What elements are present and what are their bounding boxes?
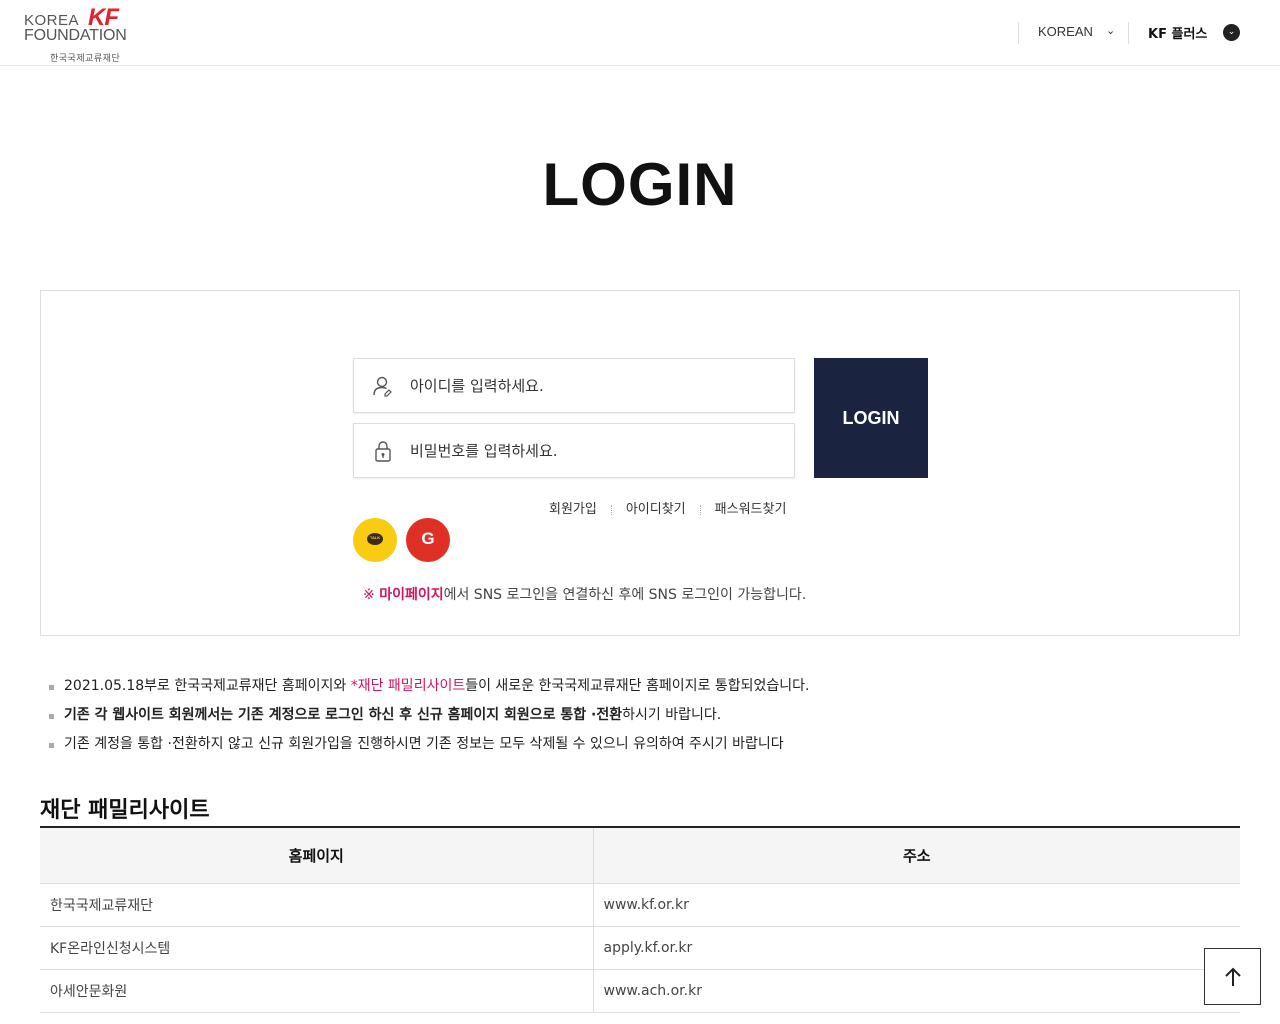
find-password-link[interactable]: 패스워드찾기 <box>715 502 787 517</box>
site-name: 아세안문화원 <box>40 969 594 1013</box>
login-button[interactable]: LOGIN <box>814 358 928 478</box>
family-sites-title-text: 재단 패밀리사이트 <box>40 798 210 823</box>
password-input[interactable] <box>410 436 780 466</box>
site-url[interactable]: apply.kf.or.kr <box>593 926 1240 970</box>
chevron-down-icon[interactable]: ⌄ <box>1106 24 1115 37</box>
language-select[interactable]: KOREAN <box>1038 24 1093 39</box>
family-site-link[interactable]: *재단 패밀리사이트 <box>351 678 466 694</box>
integration-notice-list: 2021.05.18부로 한국국제교류재단 홈페이지와 *재단 패밀리사이트들이… <box>48 676 809 763</box>
table-row: 한국국제교류재단 www.kf.or.kr <box>40 883 1240 927</box>
google-icon: G <box>421 529 435 548</box>
logo-kf-mark: KF <box>88 4 119 31</box>
logo-text-korean: 한국국제교류재단 <box>50 54 121 64</box>
notice-text: 들이 새로운 한국국제교류재단 홈페이지로 통합되었습니다. <box>465 678 810 694</box>
signup-link[interactable]: 회원가입 <box>549 502 597 517</box>
back-to-top-button[interactable] <box>1204 948 1261 1005</box>
arrow-up-icon <box>1225 967 1241 986</box>
link-divider <box>699 504 701 515</box>
table-row: KF온라인신청시스템 apply.kf.or.kr <box>40 926 1240 970</box>
table-header-row: 홈페이지 주소 <box>40 827 1240 884</box>
account-links: 회원가입 아이디찾기 패스워드찾기 <box>549 498 786 517</box>
lock-icon <box>375 441 391 462</box>
notice-text: 기존 계정을 통합 ·전환하지 않고 신규 회원가입을 진행하시면 기존 정보는… <box>64 736 784 752</box>
table-row: 아세안문화원 www.ach.or.kr <box>40 969 1240 1013</box>
notice-text: 에서 SNS 로그인을 연결하신 후에 SNS 로그인이 가능합니다. <box>443 587 807 603</box>
password-field[interactable] <box>353 423 795 478</box>
list-item: 기존 계정을 통합 ·전환하지 않고 신규 회원가입을 진행하시면 기존 정보는… <box>48 734 809 763</box>
sns-notice: ※ 마이페이지에서 SNS 로그인을 연결하신 후에 SNS 로그인이 가능합니… <box>363 584 806 604</box>
notice-text: 하시기 바랍니다. <box>622 707 722 723</box>
column-header-address: 주소 <box>593 827 1240 884</box>
mypage-link[interactable]: 마이페이지 <box>379 587 443 603</box>
list-item: 기존 각 웹사이트 회원께서는 기존 계정으로 로그인 하신 후 신규 홈페이지… <box>48 705 809 734</box>
id-field[interactable] <box>353 358 795 413</box>
notice-text-bold: 기존 각 웹사이트 회원께서는 기존 계정으로 로그인 하신 후 신규 홈페이지… <box>64 707 623 723</box>
column-header-homepage: 홈페이지 <box>40 827 594 884</box>
kf-plus-menu[interactable]: KF 플러스 <box>1148 23 1207 42</box>
chevron-down-icon[interactable]: ⌄ <box>1223 24 1240 41</box>
notice-mark: ※ <box>363 587 375 603</box>
site-name: 한국국제교류재단 <box>40 883 594 927</box>
page-title: LOGIN <box>542 151 738 218</box>
site-url[interactable]: www.kf.or.kr <box>593 883 1240 927</box>
find-id-link[interactable]: 아이디찾기 <box>626 502 686 517</box>
notice-text: 2021.05.18부로 한국국제교류재단 홈페이지와 <box>64 678 351 694</box>
list-item: 2021.05.18부로 한국국제교류재단 홈페이지와 *재단 패밀리사이트들이… <box>48 676 809 705</box>
korea-foundation-logo[interactable]: KOREA FOUNDATION KF 한국국제교류재단 <box>24 4 128 64</box>
user-icon <box>373 376 392 397</box>
google-login-button[interactable]: G <box>406 518 450 562</box>
site-name: KF온라인신청시스템 <box>40 926 594 970</box>
kakao-login-button[interactable]: TALK <box>353 518 397 562</box>
kakao-talk-label: TALK <box>369 535 381 540</box>
site-url[interactable]: www.ach.or.kr <box>593 969 1240 1013</box>
link-divider <box>610 504 612 515</box>
header-divider <box>1018 22 1019 44</box>
login-panel: LOGIN 회원가입 아이디찾기 패스워드찾기 TALK G ※ 마이페이지에서 S… <box>40 290 1240 636</box>
family-sites-title: 재단 패밀리사이트 <box>40 792 210 824</box>
family-sites-table: 홈페이지 주소 한국국제교류재단 www.kf.or.kr KF온라인신청시스템… <box>40 826 1240 1013</box>
header-divider <box>1128 22 1129 44</box>
id-input[interactable] <box>410 371 780 401</box>
site-header: KOREA FOUNDATION KF 한국국제교류재단 KOREAN ⌄ KF… <box>0 0 1280 66</box>
